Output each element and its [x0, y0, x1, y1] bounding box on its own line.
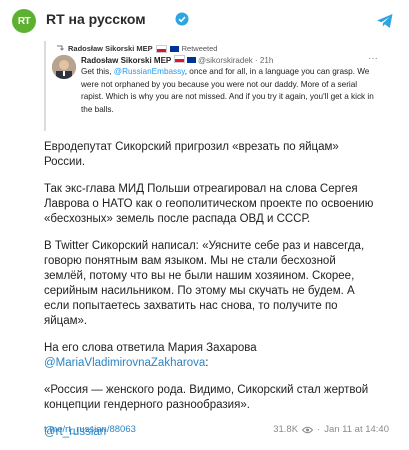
embedded-retweet[interactable]: Radosław Sikorski MEP Retweeted Radosław…	[44, 41, 378, 131]
author-line: Radosław Sikorski MEP @sikorskiradek · 2…	[81, 55, 273, 65]
post-paragraph-5: «Россия — женского рода. Видимо, Сикорск…	[44, 384, 369, 411]
retweeter-name[interactable]: Radosław Sikorski MEP	[68, 44, 153, 53]
separator-dot: ·	[255, 56, 258, 65]
zakharova-mention-link[interactable]: @MariaVladimirovnaZakharova	[44, 357, 205, 369]
post-paragraph-4-text: На его слова ответила Мария Захарова	[44, 342, 257, 354]
telegram-icon[interactable]	[376, 12, 394, 30]
eu-flag-icon	[186, 57, 196, 63]
post-date: Jan 11 at 14:40	[324, 424, 389, 435]
mention-russian-embassy[interactable]: @RussianEmbassy	[114, 67, 185, 76]
post-paragraph-4-colon: :	[205, 357, 209, 369]
retweeted-label: Retweeted	[181, 44, 218, 53]
tweet-time: 21h	[259, 56, 274, 65]
verified-badge-icon	[175, 12, 189, 26]
post-footer: t.me/rt_russian/88063 31.8K · Jan 11 at …	[44, 424, 389, 440]
post-paragraph-3: В Twitter Сикорский написал: «Уясните се…	[44, 240, 365, 327]
retweeted-by-line: Radosław Sikorski MEP Retweeted	[56, 44, 217, 53]
post-paragraph-2: Так экс-глава МИД Польши отреагировал на…	[44, 183, 374, 225]
post-permalink[interactable]: t.me/rt_russian/88063	[44, 424, 136, 435]
channel-header: RT RT на русском	[0, 0, 409, 40]
eu-flag-icon	[169, 45, 179, 52]
post-stats: 31.8K · Jan 11 at 14:40	[273, 424, 389, 435]
channel-avatar[interactable]: RT	[12, 9, 36, 33]
rt-logo-text: RT	[17, 15, 31, 27]
post-body: Евродепутат Сикорский пригрозил «врезать…	[44, 140, 379, 440]
tweet-text-part1: Get this,	[81, 67, 114, 76]
author-name[interactable]: Radosław Sikorski MEP	[81, 56, 171, 65]
poland-flag-icon	[173, 55, 185, 63]
author-photo	[52, 55, 76, 79]
views-count: 31.8K	[273, 424, 299, 435]
eye-icon	[302, 426, 314, 433]
tweet-text: Get this, @RussianEmbassy, once and for …	[81, 66, 376, 116]
author-avatar[interactable]	[52, 55, 76, 79]
retweet-icon	[57, 45, 64, 51]
author-handle[interactable]: @sikorskiradek	[198, 56, 253, 65]
poland-flag-icon	[155, 44, 167, 53]
separator-dot: ·	[317, 424, 321, 435]
channel-name[interactable]: RT на русском	[46, 11, 146, 27]
post-paragraph-1: Евродепутат Сикорский пригрозил «врезать…	[44, 141, 339, 168]
more-options-icon[interactable]: ···	[368, 53, 378, 64]
post-paragraph-4: На его слова ответила Мария Захарова @Mar…	[44, 341, 379, 371]
